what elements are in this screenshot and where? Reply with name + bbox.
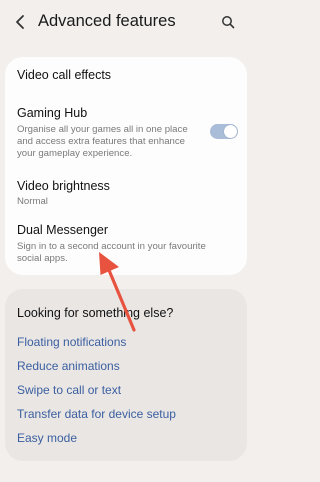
- link-reduce-animations[interactable]: Reduce animations: [17, 359, 120, 373]
- suggestions-title: Looking for something else?: [17, 306, 174, 320]
- setting-gaming-hub[interactable]: Gaming Hub Organise all your games all i…: [17, 106, 202, 159]
- link-transfer-data[interactable]: Transfer data for device setup: [17, 407, 176, 421]
- search-icon: [222, 16, 235, 29]
- back-button[interactable]: [10, 12, 30, 32]
- settings-card: Video call effects Gaming Hub Organise a…: [5, 57, 247, 275]
- gaming-hub-toggle[interactable]: [210, 124, 238, 139]
- setting-video-call-effects[interactable]: Video call effects: [17, 68, 202, 83]
- setting-value: Normal: [17, 196, 48, 207]
- setting-title: Dual Messenger: [17, 223, 109, 237]
- setting-title: Gaming Hub: [17, 106, 88, 120]
- link-floating-notifications[interactable]: Floating notifications: [17, 335, 126, 349]
- top-app-bar: Advanced features: [0, 0, 250, 46]
- link-easy-mode[interactable]: Easy mode: [17, 431, 77, 445]
- suggestions-card: Looking for something else? Floating not…: [5, 289, 247, 461]
- link-swipe-to-call-or-text[interactable]: Swipe to call or text: [17, 383, 121, 397]
- setting-video-brightness[interactable]: Video brightness Normal: [17, 179, 202, 208]
- setting-description: Organise all your games all in one place…: [17, 124, 188, 159]
- chevron-left-icon: [16, 15, 24, 29]
- setting-dual-messenger[interactable]: Dual Messenger Sign in to a second accou…: [17, 223, 232, 265]
- search-button[interactable]: [218, 12, 238, 32]
- setting-title: Video brightness: [17, 179, 110, 193]
- toggle-knob: [224, 125, 237, 138]
- setting-description: Sign in to a second account in your favo…: [17, 241, 206, 264]
- setting-title: Video call effects: [17, 68, 112, 82]
- page-title: Advanced features: [38, 12, 176, 30]
